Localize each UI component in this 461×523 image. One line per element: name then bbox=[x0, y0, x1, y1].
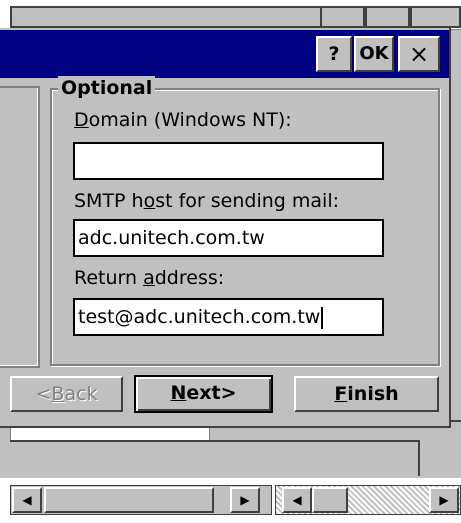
close-icon: × bbox=[408, 40, 430, 68]
optional-group-title: Optional bbox=[58, 76, 156, 100]
domain-label: Domain (Windows NT): bbox=[74, 109, 292, 131]
finish-button[interactable]: Finish bbox=[294, 376, 439, 412]
scroll-right-button-1[interactable]: ▶ bbox=[230, 487, 260, 513]
next-button[interactable]: Next> bbox=[134, 375, 273, 413]
return-address-field[interactable]: test@adc.unitech.com.tw bbox=[73, 298, 384, 336]
scroll-left-button-1[interactable]: ◀ bbox=[12, 487, 42, 513]
scroll-right-arrow-icon-2: ▶ bbox=[439, 493, 449, 507]
help-button[interactable]: ? bbox=[316, 36, 352, 72]
scroll-left-arrow-icon: ◀ bbox=[22, 493, 32, 507]
scroll-left-button-2[interactable]: ◀ bbox=[282, 487, 312, 513]
close-button[interactable]: × bbox=[398, 36, 440, 72]
help-icon: ? bbox=[328, 43, 340, 65]
smtp-host-label: SMTP host for sending mail: bbox=[74, 190, 340, 212]
return-address-label: Return address: bbox=[74, 267, 225, 289]
bg-top-scroll-btn-3 bbox=[410, 6, 461, 28]
domain-field[interactable] bbox=[73, 142, 384, 180]
smtp-host-field[interactable]: adc.unitech.com.tw bbox=[73, 219, 384, 257]
back-button[interactable]: <Back bbox=[10, 376, 123, 412]
return-address-value: test@adc.unitech.com.tw bbox=[78, 306, 321, 328]
ok-button[interactable]: OK bbox=[354, 36, 394, 72]
bg-top-scroll-btn-2 bbox=[365, 6, 410, 28]
text-cursor bbox=[321, 306, 324, 329]
scroll-left-arrow-icon-2: ◀ bbox=[292, 493, 302, 507]
scroll-thumb-2[interactable] bbox=[312, 487, 348, 513]
bg-lower-panel bbox=[10, 440, 420, 476]
scroll-thumb-1[interactable] bbox=[44, 487, 214, 513]
left-panel bbox=[0, 86, 40, 368]
scroll-right-button-2[interactable]: ▶ bbox=[429, 487, 459, 513]
bg-top-scroll-btn bbox=[320, 6, 365, 28]
ok-label: OK bbox=[359, 43, 389, 64]
scroll-right-arrow-icon: ▶ bbox=[240, 493, 250, 507]
